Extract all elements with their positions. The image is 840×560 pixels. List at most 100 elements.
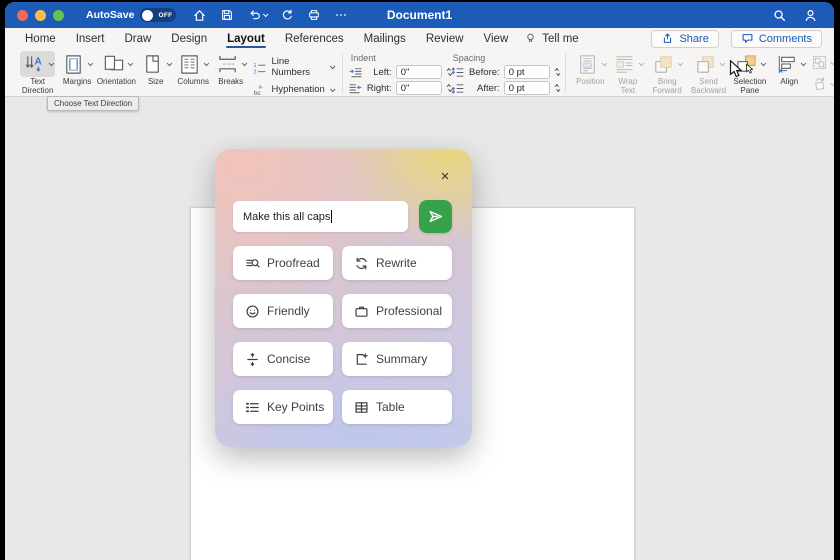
dialog-button-label: Proofread [267,256,320,270]
spacing-stepper[interactable] [554,68,561,76]
tab-draw[interactable]: Draw [114,28,161,49]
rotate-icon [812,76,827,91]
indent-stepper[interactable] [446,68,453,76]
chevron-down-icon [829,79,834,86]
ribbon-button-label: Hyphenation [271,84,325,95]
titlebar: AutoSave OFF Document1 [5,2,834,28]
tab-review[interactable]: Review [416,28,474,49]
ribbon-button-iconbox [573,51,609,77]
ribbon-button-label: Send Backward [690,77,727,95]
ribbon-button-align[interactable]: Align [772,51,808,87]
ribbon-button-orientation[interactable]: Orientation [97,51,136,87]
ribbon-button-hyphenation[interactable]: a-bc Hyphenation [253,83,336,96]
indent-stepper[interactable] [446,84,453,92]
tab-layout[interactable]: Layout [217,28,275,49]
send-button[interactable] [419,200,452,233]
spacing-input-after-[interactable]: 0 pt [503,81,550,95]
chevron-down-icon [555,87,561,92]
ribbon-button-label: Wrap Text [618,77,638,95]
tab-home[interactable]: Home [15,28,66,49]
tab-references[interactable]: References [275,28,354,49]
zoom-window-button[interactable] [53,9,64,21]
ribbon-button-label: Selection Pane [733,77,767,95]
ribbon-button-text-direction[interactable]: A Text Direction [18,51,57,96]
more-button[interactable] [334,8,348,22]
autosave-control: AutoSave OFF [86,8,177,22]
spacing-label: After: [476,82,500,94]
spacing-input-before-[interactable]: 0 pt [503,65,550,79]
bring-forward-icon [652,53,675,76]
dialog-button-key-points[interactable]: Key Points [233,390,333,424]
dialog-button-proofread[interactable]: Proofread [233,246,333,280]
comments-button[interactable]: Comments [730,29,822,48]
presence-icon [803,8,818,23]
chevron-down-icon [241,60,247,66]
tab-view[interactable]: View [474,28,519,49]
ribbon-button-size[interactable]: Size [138,51,174,87]
chevron-down-icon [761,60,767,66]
dialog-button-table[interactable]: Table [342,390,452,424]
indent-input-right-[interactable]: 0" [395,81,442,95]
autosave-state: OFF [158,11,173,19]
tab-mailings[interactable]: Mailings [354,28,416,49]
tab-design[interactable]: Design [161,28,217,49]
comments-button-label: Comments [758,32,812,45]
presence-button[interactable] [803,8,818,23]
chevron-down-icon [166,60,172,66]
dialog-button-label: Friendly [267,304,310,318]
ribbon-button-selection-pane[interactable]: Selection Pane [730,51,769,96]
dialog-button-rewrite[interactable]: Rewrite [342,246,452,280]
tell-me-control[interactable]: Tell me [524,32,579,45]
save-button[interactable] [220,8,234,22]
concise-icon [245,352,260,367]
tooltip: Choose Text Direction [47,96,140,111]
proofread-icon [245,256,260,271]
ribbon-button-label: Align [780,77,799,86]
redo-button[interactable] [280,8,294,22]
autosave-toggle[interactable]: OFF [140,8,177,22]
ribbon-button-bring-forward: Bring Forward [648,51,687,96]
ribbon-button-group-objects [812,55,834,70]
dialog-button-professional[interactable]: Professional [342,294,452,328]
ribbon-button-columns[interactable]: Columns [175,51,211,87]
ribbon-button-iconbox [649,51,685,77]
search-button[interactable] [772,8,787,23]
spacing-row-after-: After: 0 pt [451,81,561,95]
ribbon-separator [341,53,343,93]
search-icon [772,8,787,23]
share-button[interactable]: Share [651,29,719,48]
ribbon-button-iconbox [138,51,174,77]
dialog-button-label: Concise [267,352,311,366]
hyphenation-icon: a-bc [253,83,266,96]
indent-group: Indent Left: 0" Right: 0" [349,53,453,97]
spacing-stepper[interactable] [554,84,561,92]
dialog-button-concise[interactable]: Concise [233,342,333,376]
undo-button[interactable] [247,8,269,22]
chevron-down-icon [678,60,684,66]
minimize-window-button[interactable] [35,9,46,21]
chevron-down-icon [800,60,806,66]
home-button[interactable] [192,8,207,23]
copilot-dialog: × Make this all caps Proofread Rewrite Fri… [215,149,472,447]
prompt-input-value: Make this all caps [243,210,331,223]
print-button[interactable] [307,8,321,22]
dialog-button-friendly[interactable]: Friendly [233,294,333,328]
ribbon-button-line-numbers[interactable]: 1 2 Line Numbers [253,56,336,78]
svg-text:1: 1 [254,63,257,69]
prompt-input[interactable]: Make this all caps [233,201,408,232]
ribbon-button-margins[interactable]: Margins [59,51,95,87]
ribbon-button-breaks[interactable]: Breaks [213,51,249,87]
dialog-close-button[interactable]: × [437,169,453,185]
tell-me-label: Tell me [542,32,579,45]
indent-input-left-[interactable]: 0" [395,65,442,79]
chevron-down-icon [329,85,336,92]
close-window-button[interactable] [17,9,28,21]
tab-insert[interactable]: Insert [66,28,115,49]
chevron-down-icon [639,60,644,66]
ribbon-button-iconbox [691,51,727,77]
indent-row-right-: Right: 0" [349,81,453,95]
dialog-button-summary[interactable]: Summary [342,342,452,376]
dialog-button-label: Professional [376,304,443,318]
home-icon [192,8,207,23]
indent-right-icon [349,82,362,95]
